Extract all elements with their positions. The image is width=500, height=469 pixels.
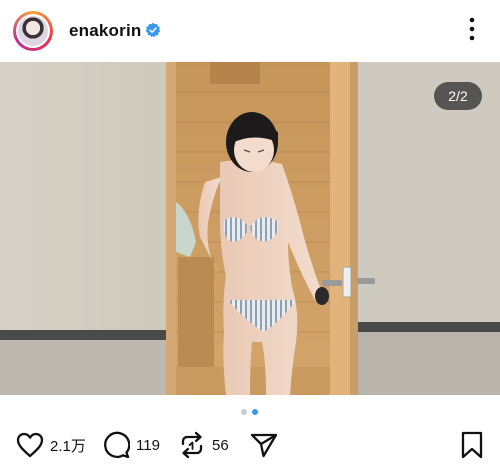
avatar-image — [16, 14, 50, 48]
share-icon — [250, 433, 278, 458]
save-button[interactable] — [460, 430, 484, 460]
carousel-indicator — [0, 407, 500, 417]
repost-count: 56 — [212, 436, 229, 454]
repost-button[interactable]: 56 — [178, 430, 229, 460]
carousel-dot-2-active[interactable] — [252, 409, 258, 415]
bookmark-icon — [461, 431, 483, 459]
username[interactable]: enakorin — [69, 21, 141, 41]
avatar-photo — [18, 16, 48, 46]
carousel-counter: 2/2 — [434, 82, 482, 110]
repost-icon — [181, 431, 203, 459]
like-button[interactable]: 2.1万 — [16, 430, 86, 460]
verified-badge-icon — [145, 22, 161, 38]
like-count: 2.1万 — [50, 437, 86, 455]
comment-icon — [104, 431, 130, 459]
comment-button[interactable]: 119 — [102, 430, 160, 460]
heart-icon — [16, 432, 44, 458]
avatar[interactable] — [13, 11, 53, 51]
carousel-dot-1[interactable] — [241, 409, 247, 415]
share-button[interactable] — [250, 430, 278, 460]
more-vertical-icon[interactable] — [466, 16, 478, 42]
comment-count: 119 — [136, 436, 160, 454]
photo-illustration — [0, 62, 500, 395]
post-header: enakorin — [0, 0, 500, 62]
post-photo[interactable] — [0, 62, 500, 395]
action-bar: 2.1万 119 56 — [0, 428, 500, 464]
